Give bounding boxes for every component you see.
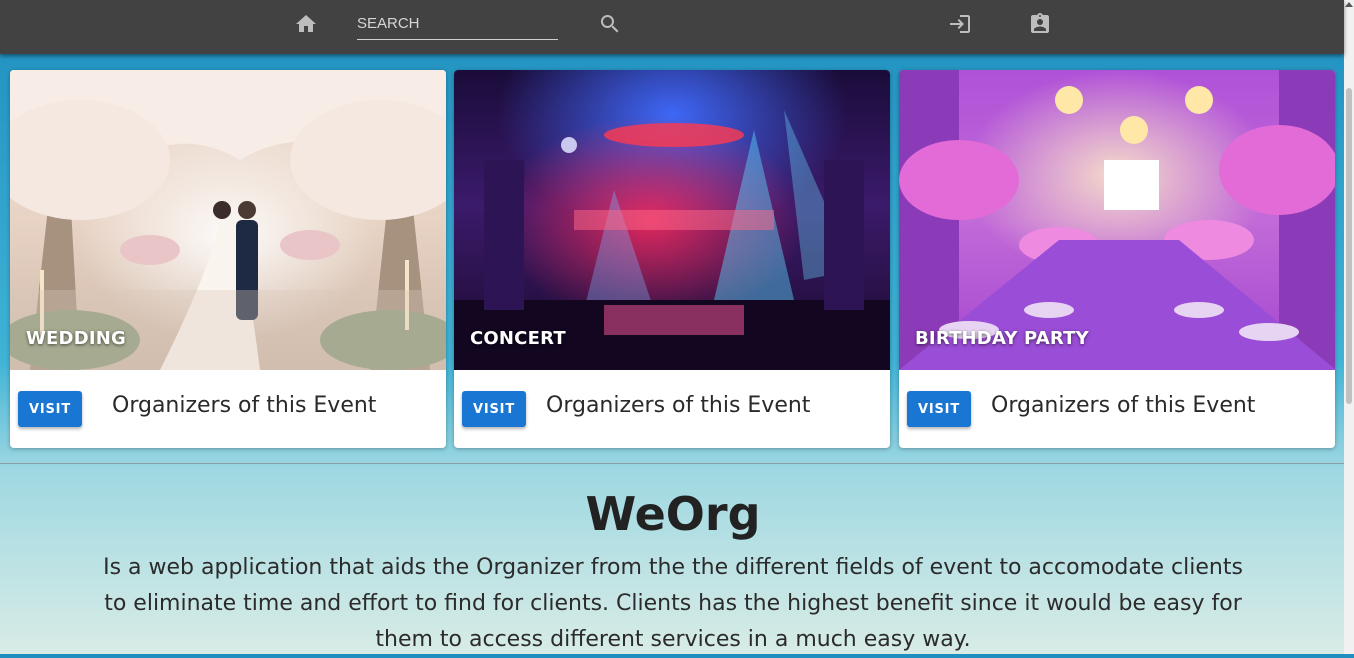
visit-button[interactable]: VISIT: [18, 391, 82, 427]
event-card-birthday-party: BIRTHDAY PARTY VISIT Organizers of this …: [899, 70, 1335, 448]
app-description: Is a web application that aids the Organ…: [103, 555, 1243, 652]
visit-button[interactable]: VISIT: [462, 391, 526, 427]
card-description: Organizers of this Event: [991, 393, 1256, 418]
concert-image: CONCERT: [454, 70, 890, 370]
visit-button[interactable]: VISIT: [907, 391, 971, 427]
event-cards: WEDDING VISIT Organizers of this Event C…: [10, 70, 1336, 448]
search-input[interactable]: [357, 10, 558, 36]
home-icon[interactable]: [292, 10, 320, 38]
event-card-wedding: WEDDING VISIT Organizers of this Event: [10, 70, 446, 448]
search-field: [357, 10, 558, 40]
scroll-up-icon[interactable]: [1345, 2, 1353, 7]
card-description: Organizers of this Event: [546, 393, 811, 418]
card-title: CONCERT: [470, 328, 566, 349]
card-title: WEDDING: [26, 328, 126, 349]
wedding-image: WEDDING: [10, 70, 446, 370]
card-description: Organizers of this Event: [112, 393, 377, 418]
assignment-ind-icon[interactable]: [1026, 10, 1054, 38]
login-icon[interactable]: [946, 10, 974, 38]
top-navbar: [0, 0, 1344, 54]
search-icon[interactable]: [596, 10, 624, 38]
birthday-party-image: BIRTHDAY PARTY: [899, 70, 1335, 370]
about-section: WeOrg Is a web application that aids the…: [0, 486, 1346, 658]
card-title: BIRTHDAY PARTY: [915, 328, 1089, 349]
scrollbar[interactable]: [1344, 0, 1354, 654]
section-divider: [0, 463, 1346, 464]
event-card-concert: CONCERT VISIT Organizers of this Event: [454, 70, 890, 448]
scrollbar-thumb[interactable]: [1346, 88, 1352, 404]
app-title: WeOrg: [585, 487, 761, 541]
